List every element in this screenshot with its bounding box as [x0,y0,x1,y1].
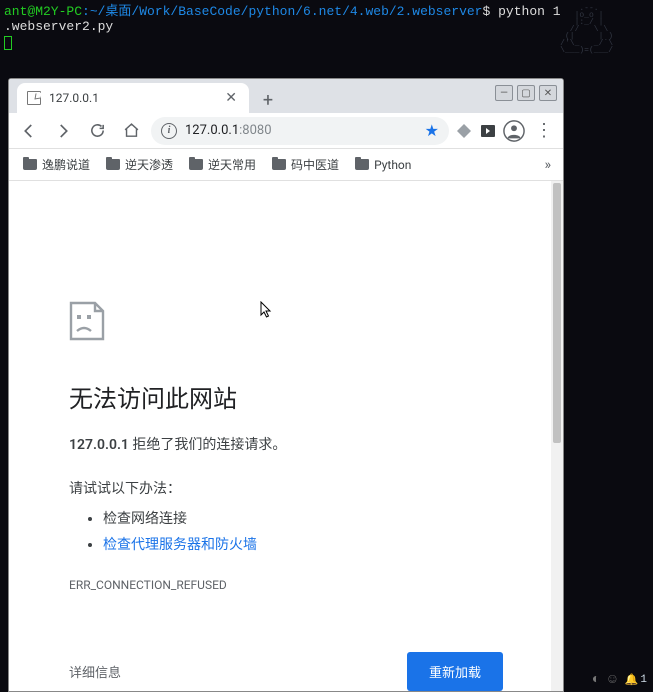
close-button[interactable]: ✕ [539,85,557,101]
profile-avatar-icon[interactable] [503,120,525,142]
tray-face-icon[interactable]: ☺ [608,672,616,688]
terminal-prompt-symbol: $ [483,4,491,19]
terminal-path: ~/桌面/Work/BaseCode/python/6.net/4.web/2.… [90,4,483,19]
suggestion-check-proxy-link[interactable]: 检查代理服务器和防火墙 [103,537,257,553]
error-host: 127.0.0.1 [69,437,129,453]
window-controls: — ▢ ✕ [495,85,557,101]
home-button[interactable] [117,117,145,145]
error-page-icon [69,301,105,341]
error-title: 无法访问此网站 [69,379,503,414]
error-try-label: 请试试以下办法： [69,478,503,498]
bookmark-folder-2[interactable]: 逆天常用 [183,152,262,177]
bookmark-folder-3[interactable]: 码中医道 [266,152,345,177]
bookmark-label: 逆天渗透 [125,156,173,173]
suggestion-check-network: 检查网络连接 [103,508,503,528]
tray-left-icon[interactable]: ◐ [592,672,600,688]
folder-icon [189,159,203,170]
tab-close-icon[interactable]: ✕ [223,88,239,108]
site-info-icon[interactable]: i [161,123,177,139]
bookmark-label: 逸鹏说道 [42,156,90,173]
error-footer: 详细信息 重新加载 [69,652,503,691]
bookmark-folder-0[interactable]: 逸鹏说道 [17,152,96,177]
tab-bar: 127.0.0.1 ✕ + — ▢ ✕ [9,79,563,113]
new-tab-button[interactable]: + [255,87,281,113]
details-link[interactable]: 详细信息 [69,662,121,681]
terminal-ascii-art: .--. |o_o | |:_/ | // \ \ (| | ) /'\_ _/… [551,5,613,54]
minimize-button[interactable]: — [495,85,513,101]
scrollbar-thumb[interactable] [553,183,561,443]
favicon-icon [27,91,41,105]
toolbar: i 127.0.0.1:8080 ★ ⋮ [9,113,563,149]
page-content: 无法访问此网站 127.0.0.1 拒绝了我们的连接请求。 请试试以下办法： 检… [9,181,563,691]
reload-icon-button[interactable] [83,117,111,145]
url-port: :8080 [239,123,271,138]
menu-button[interactable]: ⋮ [531,120,557,141]
back-button[interactable] [15,117,43,145]
bookmark-star-icon[interactable]: ★ [425,121,439,140]
tray-badge-count: 1 [640,674,647,686]
reload-button[interactable]: 重新加载 [407,652,503,691]
bookmark-label: Python [374,158,411,172]
extension-tab-icon[interactable] [479,123,497,139]
bookmarks-bar: 逸鹏说道 逆天渗透 逆天常用 码中医道 Python » [9,149,563,181]
terminal-user-host: ant@M2Y-PC [4,4,82,19]
bookmark-folder-1[interactable]: 逆天渗透 [100,152,179,177]
tab-title: 127.0.0.1 [49,91,215,105]
folder-icon [272,159,286,170]
scrollbar[interactable] [551,181,563,691]
error-code: ERR_CONNECTION_REFUSED [69,578,503,592]
browser-window: 127.0.0.1 ✕ + — ▢ ✕ i 127.0.0.1:8080 ★ [8,78,564,692]
url-text: 127.0.0.1:8080 [185,123,272,138]
forward-button[interactable] [49,117,77,145]
address-bar[interactable]: i 127.0.0.1:8080 ★ [151,117,449,145]
tab-active[interactable]: 127.0.0.1 ✕ [17,83,249,113]
error-sub-tail: 拒绝了我们的连接请求。 [129,437,286,453]
url-host: 127.0.0.1 [185,123,239,138]
bookmarks-overflow-icon[interactable]: » [540,153,555,177]
bookmark-label: 逆天常用 [208,156,256,173]
tray-notification-badge[interactable]: 🔔1 [625,673,647,687]
terminal-cursor-icon [4,36,12,50]
extension-diamond-icon[interactable] [455,123,473,139]
error-subtitle: 127.0.0.1 拒绝了我们的连接请求。 [69,434,503,454]
bookmark-label: 码中医道 [291,156,339,173]
terminal-separator: : [82,4,90,19]
system-tray: ◐ ☺ 🔔1 [586,668,653,692]
bookmark-folder-4[interactable]: Python [349,154,417,176]
folder-icon [355,159,369,170]
error-suggestions-list: 检查网络连接 检查代理服务器和防火墙 [69,508,503,554]
folder-icon [23,159,37,170]
folder-icon [106,159,120,170]
maximize-button[interactable]: ▢ [517,85,535,101]
